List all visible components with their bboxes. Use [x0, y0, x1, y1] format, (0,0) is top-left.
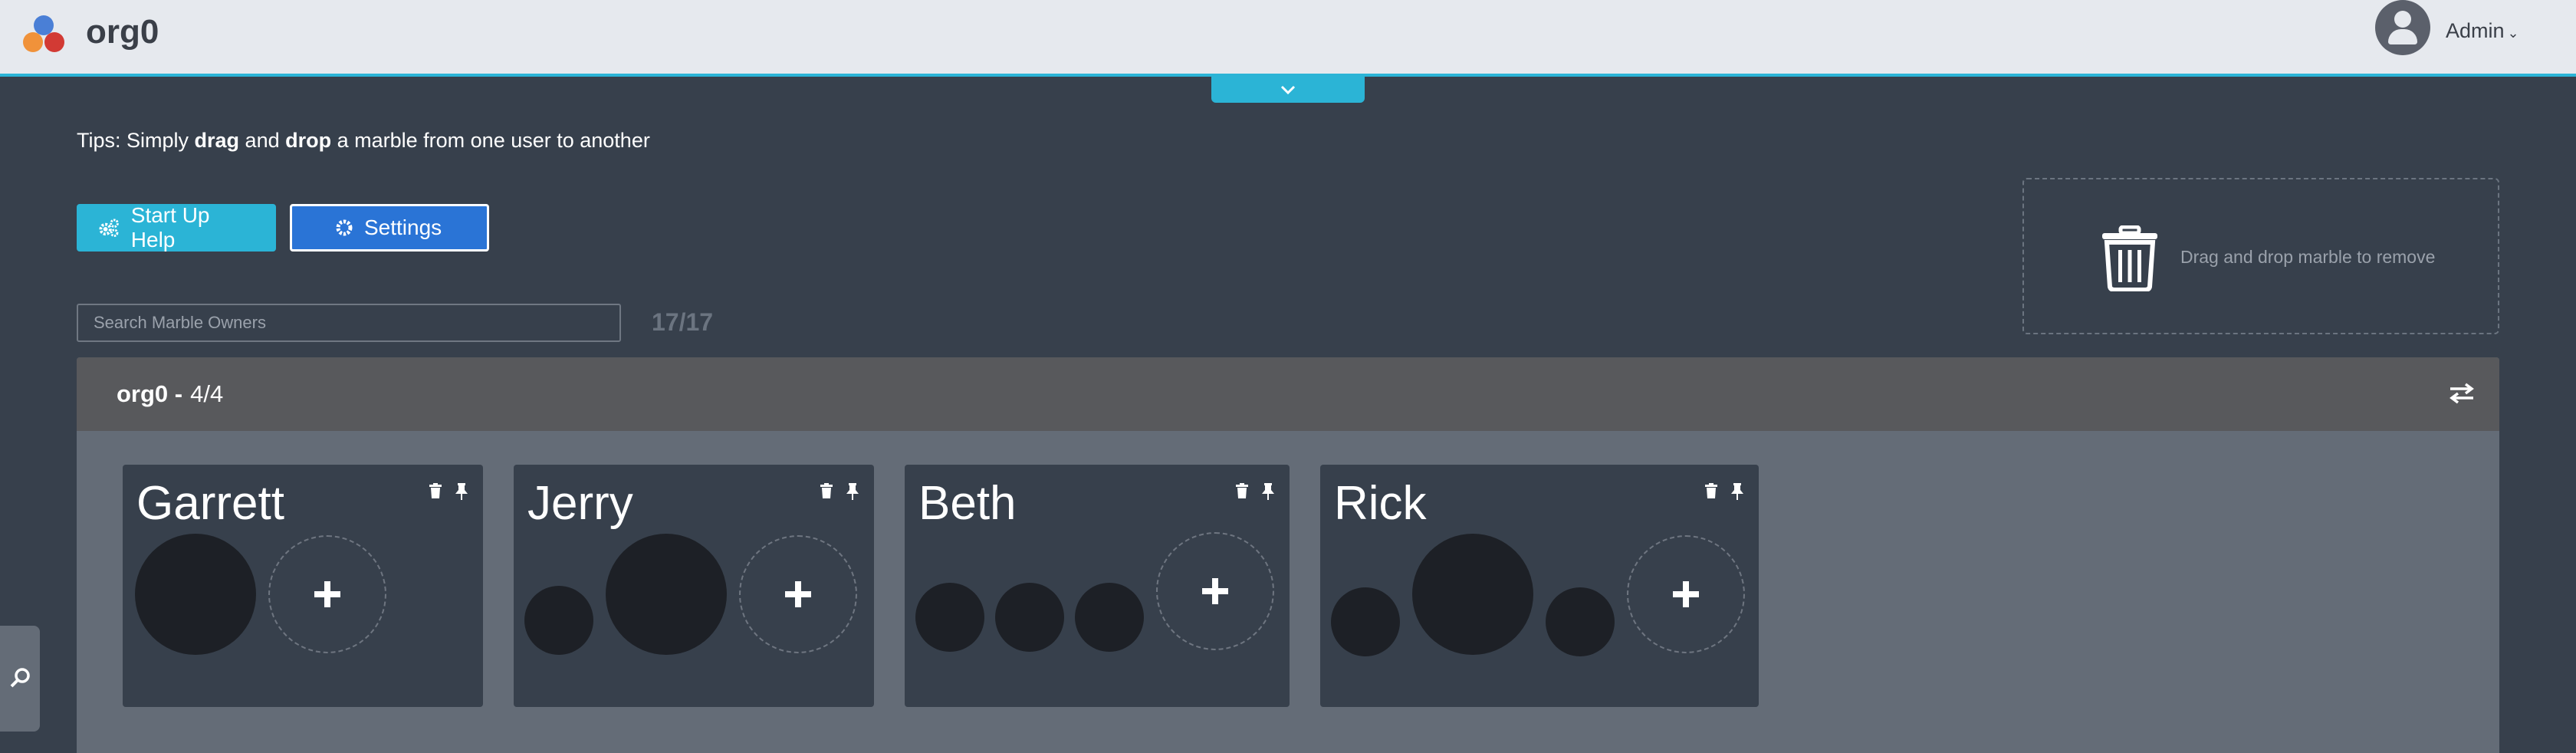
user-name: Rick [1334, 477, 1427, 530]
gears-icon [99, 219, 119, 237]
user-label: Admin [2446, 19, 2505, 42]
trash-icon[interactable] [429, 483, 442, 498]
org-user-count: 4/4 [190, 380, 224, 407]
marble[interactable] [1075, 583, 1144, 652]
owner-count: 17/17 [652, 308, 714, 336]
user-avatar-icon[interactable] [2375, 0, 2430, 55]
tips-drop: drop [285, 129, 332, 152]
swap-arrows-icon[interactable] [2449, 382, 2475, 405]
remove-marble-drop-zone[interactable]: Drag and drop marble to remove [2022, 178, 2499, 334]
marble[interactable] [606, 534, 727, 655]
settings-label: Settings [364, 215, 442, 239]
user-menu[interactable]: Admin ⌄ [2446, 18, 2519, 45]
marble[interactable] [1331, 587, 1400, 656]
plus-icon [1673, 581, 1699, 607]
trash-icon [2102, 225, 2157, 291]
user-card-rick: Rick [1320, 465, 1759, 707]
tips-suffix: a marble from one user to another [331, 129, 650, 152]
marble[interactable] [1546, 587, 1615, 656]
org-header: org0 - 4/4 [77, 357, 2499, 431]
user-name: Jerry [527, 477, 633, 530]
gear-icon [336, 219, 353, 236]
add-marble-button[interactable] [1627, 535, 1745, 653]
marble[interactable] [524, 586, 593, 655]
user-name: Beth [918, 477, 1017, 530]
tips-drag: drag [194, 129, 240, 152]
add-marble-button[interactable] [739, 535, 857, 653]
search-marble-owners-input[interactable] [77, 304, 621, 342]
tips-text: Tips: Simply drag and drop a marble from… [77, 127, 650, 153]
add-marble-button[interactable] [1156, 532, 1274, 650]
user-card-jerry: Jerry [514, 465, 874, 707]
user-card-garrett: Garrett [123, 465, 483, 707]
org-name: org0 - [117, 380, 183, 407]
start-up-help-label: Start Up Help [130, 203, 210, 252]
settings-button[interactable]: Settings [290, 204, 489, 252]
start-up-help-button[interactable]: Start Up Help [77, 203, 276, 252]
trash-icon[interactable] [820, 483, 833, 498]
marble[interactable] [915, 583, 984, 652]
chevron-down-icon: ⌄ [2507, 25, 2519, 41]
pin-icon[interactable] [455, 483, 468, 500]
expand-panel-button[interactable] [1211, 77, 1365, 103]
search-icon [10, 668, 30, 688]
tips-and: and [239, 129, 286, 152]
plus-icon [1202, 578, 1228, 604]
org-title: org0 - 4/4 [117, 380, 223, 408]
marble[interactable] [1412, 534, 1533, 655]
user-card-beth: Beth [905, 465, 1290, 707]
app-title: org0 [86, 13, 159, 51]
plus-icon [785, 581, 811, 607]
pin-icon[interactable] [846, 483, 859, 500]
pin-icon[interactable] [1731, 483, 1743, 500]
trash-icon[interactable] [1236, 483, 1248, 498]
top-bar: org0 Admin ⌄ [0, 0, 2576, 77]
side-search-button[interactable] [0, 626, 40, 732]
tips-prefix: Tips: Simply [77, 129, 195, 152]
user-name: Garrett [136, 477, 284, 530]
trash-zone-text: Drag and drop marble to remove [2180, 247, 2436, 267]
chevron-down-icon [1280, 85, 1296, 95]
plus-icon [314, 581, 340, 607]
add-marble-button[interactable] [268, 535, 386, 653]
marble[interactable] [995, 583, 1064, 652]
marble[interactable] [135, 534, 256, 655]
org-panel: org0 - 4/4 Garrett Jerry Beth Rick [77, 357, 2499, 753]
pin-icon[interactable] [1262, 483, 1274, 500]
marbles-logo-icon [21, 15, 66, 55]
trash-icon[interactable] [1705, 483, 1717, 498]
